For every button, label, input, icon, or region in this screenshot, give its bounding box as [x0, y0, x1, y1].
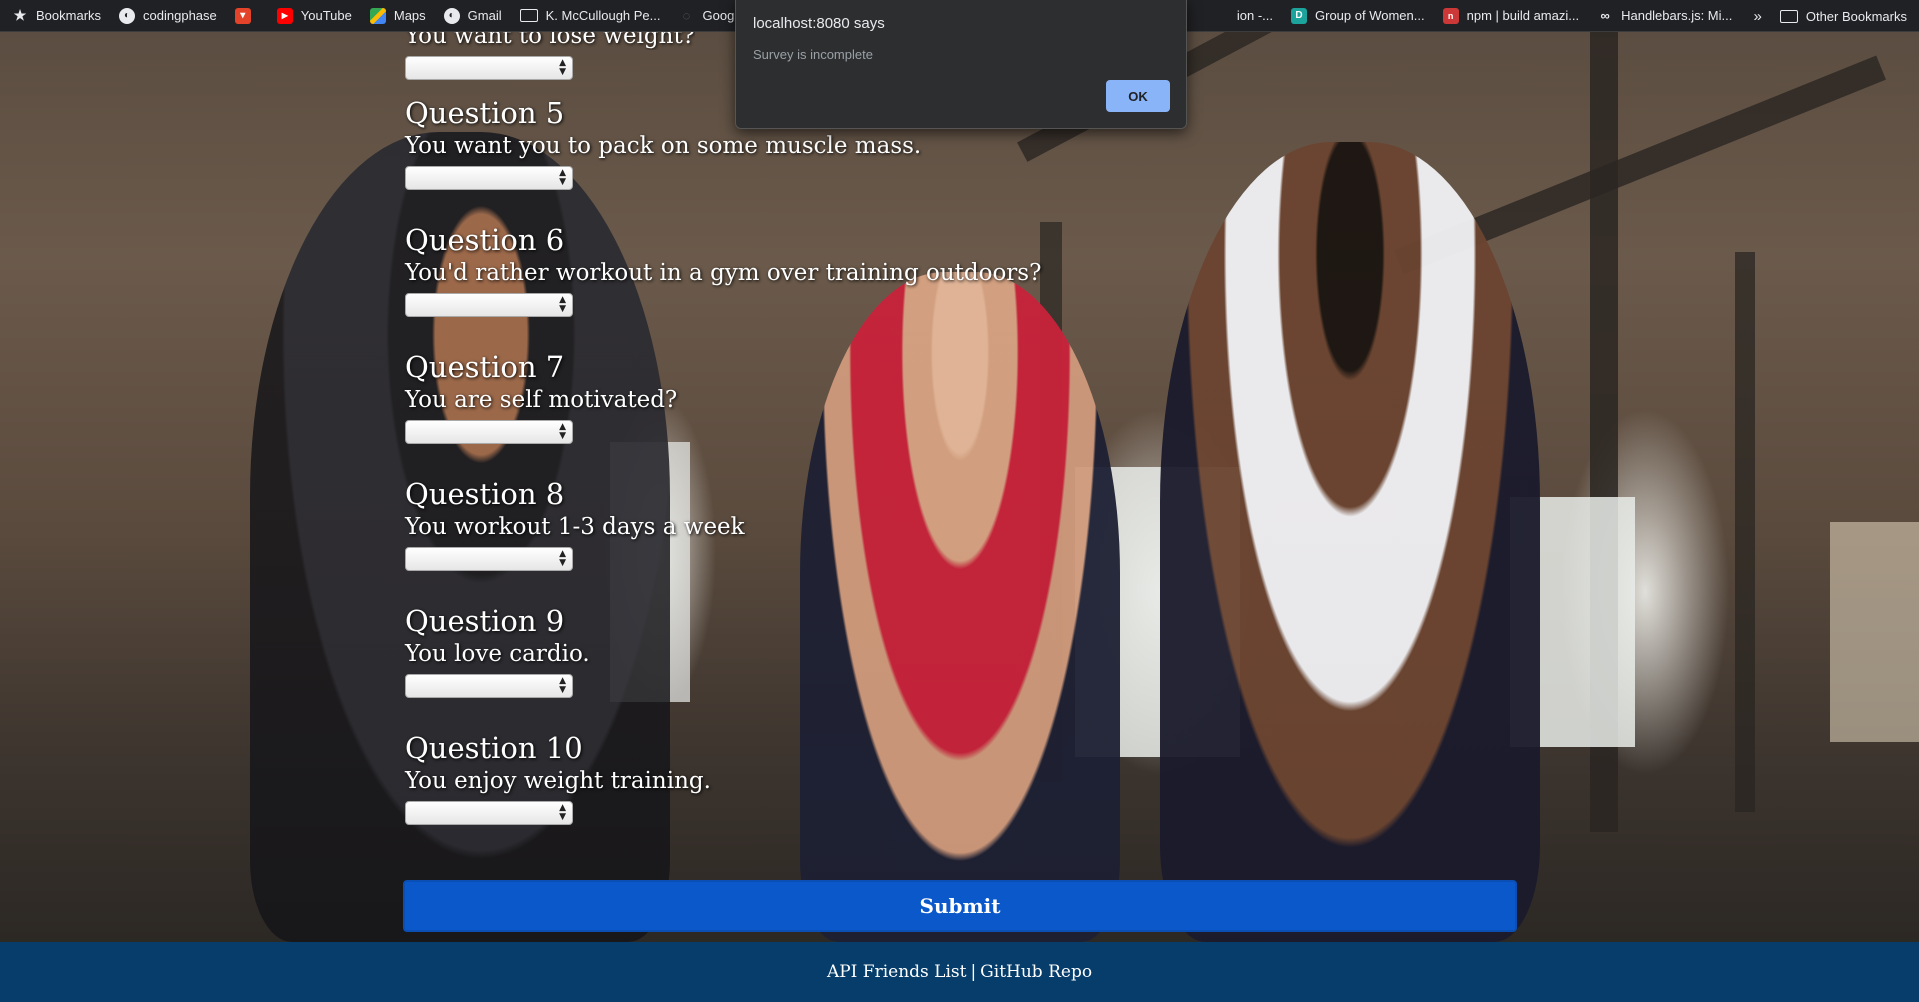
question-4-select[interactable]: ▲ ▼	[405, 56, 573, 80]
select-arrows-icon: ▲ ▼	[559, 422, 566, 441]
pillar	[1735, 252, 1755, 812]
select-arrows-icon: ▲ ▼	[559, 549, 566, 568]
question-10-select[interactable]: ▲ ▼	[405, 801, 573, 825]
folder-icon	[519, 9, 538, 22]
person-middle-figure	[800, 272, 1120, 942]
github-repo-link[interactable]: GitHub Repo	[980, 962, 1092, 982]
ok-button[interactable]: OK	[1106, 80, 1170, 112]
question-text: You are self motivated?	[405, 387, 678, 413]
star-icon: ★	[13, 7, 27, 23]
bookmark-label: YouTube	[300, 8, 352, 23]
footer: API Friends List | GitHub Repo	[0, 942, 1919, 1002]
bookmark-npm[interactable]: n npm | build amazi...	[1442, 7, 1580, 24]
bookmark-label: Other Bookmarks	[1805, 8, 1907, 24]
bookmark-codingphase[interactable]: ◐ codingphase	[119, 7, 217, 24]
question-7-block: Question 7 You are self motivated? ▲ ▼	[405, 350, 677, 444]
question-title: Question 9	[405, 604, 565, 638]
dialog-title: localhost:8080 says	[753, 15, 885, 32]
question-text: You workout 1-3 days a week	[405, 514, 745, 540]
select-arrows-icon: ▲ ▼	[559, 58, 566, 77]
question-title: Question 6	[405, 223, 565, 257]
person-right-figure	[1160, 142, 1540, 942]
question-8-select[interactable]: ▲ ▼	[405, 547, 573, 571]
bookmarks-overflow-button[interactable]: »	[1754, 8, 1762, 25]
bookmark-gmail[interactable]: ◐ Gmail	[443, 7, 502, 24]
question-8-block: Question 8 You workout 1-3 days a week ▲…	[405, 477, 745, 571]
question-text: You enjoy weight training.	[405, 768, 711, 794]
npm-icon: n	[1442, 7, 1459, 24]
code-icon: ◌	[682, 8, 691, 23]
link-icon: ∞	[1600, 8, 1610, 23]
question-5-select[interactable]: ▲ ▼	[405, 166, 573, 190]
youtube-icon: ▶	[276, 7, 293, 24]
folder-icon	[1779, 9, 1798, 23]
bookmark-youtube[interactable]: ▶ YouTube	[276, 7, 352, 24]
gitlab-icon: ▾	[234, 7, 251, 24]
question-6-block: Question 6 You'd rather workout in a gym…	[405, 223, 1041, 317]
question-text: You'd rather workout in a gym over train…	[405, 260, 1042, 286]
question-title: Question 10	[405, 731, 583, 765]
bookmark-gitlab[interactable]: ▾	[234, 7, 259, 24]
bookmark-label: ion -...	[1236, 8, 1274, 23]
bookmark-folder-mccullough[interactable]: K. McCullough Pe...	[519, 8, 661, 23]
bookmark-maps[interactable]: Maps	[369, 7, 426, 24]
bookmark-label: K. McCullough Pe...	[545, 8, 661, 23]
select-arrows-icon: ▲ ▼	[559, 803, 566, 822]
question-7-select[interactable]: ▲ ▼	[405, 420, 573, 444]
hero-background-image	[0, 32, 1919, 942]
question-10-block: Question 10 You enjoy weight training. ▲…	[405, 731, 711, 825]
bookmark-label: Handlebars.js: Mi...	[1621, 8, 1733, 23]
question-9-block: Question 9 You love cardio. ▲ ▼	[405, 604, 590, 698]
select-arrows-icon: ▲ ▼	[559, 168, 566, 187]
question-text: You love cardio.	[405, 641, 590, 667]
globe-icon: ◐	[443, 7, 460, 24]
bookmark-handlebars[interactable]: ∞ Handlebars.js: Mi...	[1597, 8, 1732, 24]
bookmark-group-of-women[interactable]: D Group of Women...	[1291, 7, 1425, 24]
bookmark-other-bookmarks[interactable]: Other Bookmarks	[1779, 8, 1907, 24]
bookmark-label: Group of Women...	[1315, 8, 1425, 23]
globe-icon: ◐	[119, 7, 136, 24]
bookmark-hidden-by-dialog[interactable]: ion -...	[1237, 8, 1273, 23]
question-9-select[interactable]: ▲ ▼	[405, 674, 573, 698]
bookmark-bookmarks[interactable]: ★ Bookmarks	[12, 7, 102, 24]
bookmark-label: Gmail	[467, 8, 502, 23]
dialog-message: Survey is incomplete	[753, 47, 873, 62]
footer-separator: |	[970, 962, 977, 982]
bookmark-label: Bookmarks	[36, 8, 102, 23]
api-friends-list-link[interactable]: API Friends List	[827, 962, 967, 982]
bookmark-label: Maps	[393, 8, 426, 23]
d-icon: D	[1291, 7, 1308, 24]
background-window	[1830, 522, 1919, 742]
submit-button[interactable]: Submit	[403, 880, 1517, 932]
bookmark-label: codingphase	[143, 8, 217, 23]
select-arrows-icon: ▲ ▼	[559, 295, 566, 314]
question-6-select[interactable]: ▲ ▼	[405, 293, 573, 317]
question-title: Question 7	[405, 350, 565, 384]
bookmark-label: npm | build amazi...	[1466, 8, 1580, 23]
alert-dialog: localhost:8080 says Survey is incomplete…	[735, 0, 1187, 129]
question-text: You want you to pack on some muscle mass…	[405, 133, 922, 159]
maps-icon	[369, 7, 386, 24]
select-arrows-icon: ▲ ▼	[559, 676, 566, 695]
question-title: Question 8	[405, 477, 565, 511]
